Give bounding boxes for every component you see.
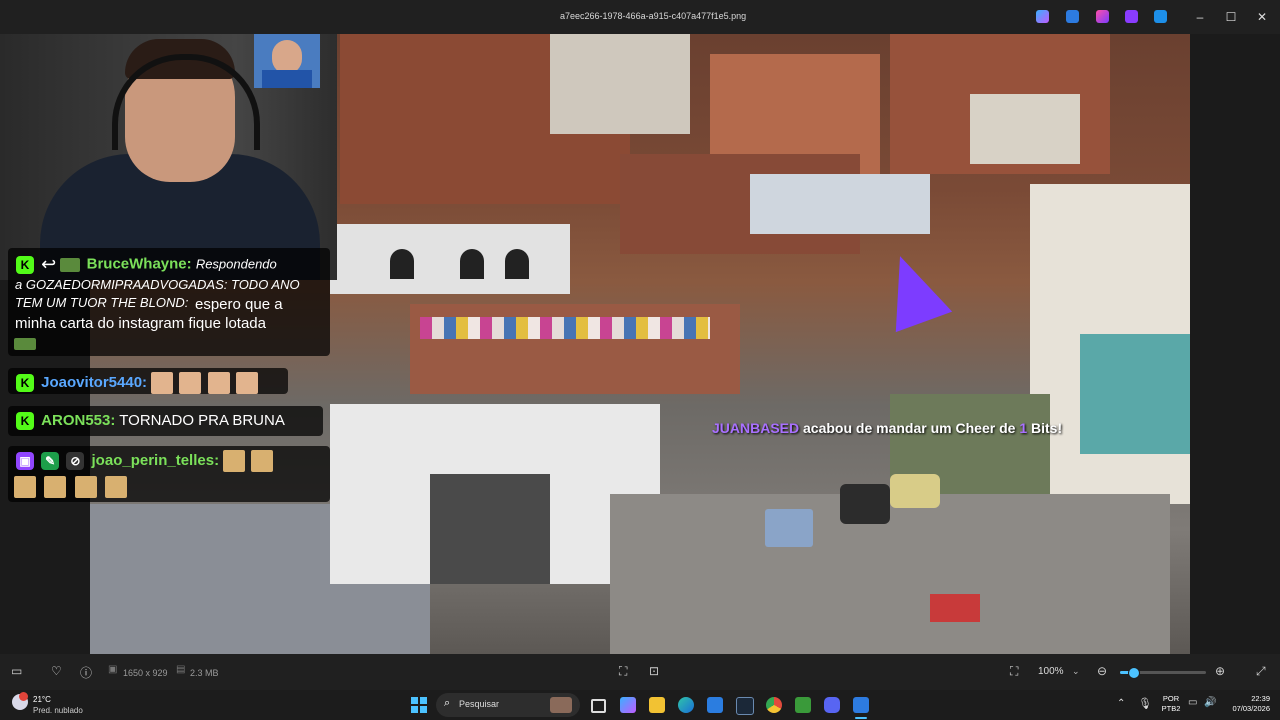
doge-emote-icon (44, 476, 67, 498)
clock-time: 22:39 (1251, 694, 1270, 703)
kick-badge-icon: K (16, 412, 34, 431)
microphone-icon[interactable]: 🎙 (1138, 697, 1152, 710)
chat-message-1: K ↩ BruceWhayne: Respondendo a GOZAEDORM… (8, 248, 330, 356)
zoom-slider-thumb[interactable] (1127, 667, 1140, 679)
image-viewport[interactable]: K ↩ BruceWhayne: Respondendo a GOZAEDORM… (0, 34, 1280, 654)
cheer-username: JUANBASED (712, 420, 800, 436)
cheer-alert: JUANBASED acabou de mandar um Cheer de 1… (712, 420, 1062, 436)
chat-username[interactable]: joao_perin_telles: (92, 452, 220, 469)
zoom-level[interactable]: 100% (1038, 666, 1064, 677)
prime-badge-icon: ✎ (41, 452, 60, 470)
doge-emote-icon (223, 450, 246, 472)
cheer-gem-icon (871, 245, 953, 333)
fit-window-icon[interactable]: ⛶ (1010, 664, 1018, 679)
chat-username[interactable]: ARON553: (41, 412, 115, 429)
chat-message-2: K Joaovitor5440: (8, 368, 288, 394)
clock[interactable]: 22:39 07/03/2026 (1222, 694, 1270, 714)
windows-logo-icon (411, 697, 418, 704)
clipchamp-icon[interactable] (1096, 10, 1109, 23)
face-emote-icon (151, 372, 174, 394)
window-title: a7eec266-1978-466a-a915-c407a477f1e5.png (560, 11, 747, 21)
chat-message-4: ▣ ✎ ⊘ joao_perin_telles: (8, 446, 330, 502)
file-size-icon: ▤ (176, 664, 186, 675)
kick-badge-icon: K (16, 374, 34, 392)
face-emote-icon (235, 372, 258, 394)
reply-icon: ↩ (41, 254, 57, 274)
doge-emote-icon (251, 450, 274, 472)
chrome-icon[interactable] (766, 697, 782, 713)
chat-username[interactable]: Joaovitor5440: (41, 374, 147, 391)
image-size-icon: ▣ (108, 664, 118, 675)
avatar (254, 34, 320, 88)
doge-emote-icon (74, 476, 97, 498)
onedrive-icon[interactable] (1154, 10, 1167, 23)
maximize-button[interactable]: ☐ (1222, 8, 1240, 26)
frog-emote-icon (60, 257, 81, 272)
paint-taskbar-icon[interactable] (853, 697, 869, 713)
clock-date: 07/03/2026 (1232, 704, 1270, 713)
notification-dot-icon (19, 692, 28, 701)
weather-widget[interactable]: 21°C Pred. nublado (12, 692, 112, 717)
face-emote-icon (207, 372, 230, 394)
language-indicator[interactable]: POR PTB2 (1158, 694, 1184, 714)
cheer-unit: Bits! (1031, 420, 1063, 436)
show-hidden-icons-icon[interactable]: ⌃ (1117, 698, 1125, 709)
crop-icon[interactable]: ⛶ (619, 664, 627, 679)
muted-badge-icon: ⊘ (66, 452, 85, 470)
fullscreen-icon[interactable]: ⤢ (1256, 664, 1266, 679)
steam-icon[interactable] (736, 697, 754, 715)
keyboard-layout: PTB2 (1161, 704, 1181, 713)
task-view-icon[interactable] (591, 699, 606, 713)
chat-message-3: K ARON553: TORNADO PRA BRUNA (8, 406, 323, 436)
copilot-taskbar-icon[interactable] (620, 697, 636, 713)
search-icon: ⌕ (444, 697, 451, 709)
file-size: 2.3 MB (190, 668, 219, 678)
search-placeholder: Pesquisar (459, 699, 500, 709)
doge-emote-icon (14, 476, 36, 498)
face-emote-icon (179, 372, 202, 394)
doge-emote-icon (105, 476, 128, 498)
zoom-dropdown-icon[interactable]: ⌄ (1072, 666, 1080, 677)
search-highlight-icon (550, 697, 572, 713)
taskbar: 21°C Pred. nublado ⌕ Pesquisar ⌃ 🎙 POR P… (0, 690, 1280, 720)
reply-prefix: Respondendo (195, 256, 277, 272)
cheer-amount: 1 (1019, 420, 1028, 436)
image-dimensions: 1650 x 929 (123, 668, 168, 678)
network-icon[interactable]: ▭ (1188, 697, 1197, 708)
filmstrip-icon[interactable]: ▭ (11, 664, 22, 678)
designer-icon[interactable] (1125, 10, 1138, 23)
zoom-out-icon[interactable]: ⊖ (1097, 664, 1107, 678)
start-button[interactable] (411, 697, 427, 713)
frog-emote-icon (14, 338, 36, 350)
info-icon[interactable]: ⓘ (80, 664, 92, 681)
xbox-icon[interactable] (795, 697, 811, 713)
edge-icon[interactable] (678, 697, 694, 713)
discord-icon[interactable] (824, 697, 840, 713)
title-bar: a7eec266-1978-466a-a915-c407a477f1e5.png… (0, 0, 1280, 34)
photos-toolbar: ▭ ♡ ⓘ ▣ 1650 x 929 ▤ 2.3 MB ⛶ ⊡ ⛶ 100% ⌄… (0, 654, 1280, 690)
zoom-in-icon[interactable]: ⊕ (1215, 664, 1225, 678)
file-explorer-icon[interactable] (649, 697, 665, 713)
zoom-slider[interactable] (1120, 667, 1206, 679)
chat-text: TORNADO PRA BRUNA (119, 412, 285, 429)
weather-desc: Pred. nublado (33, 706, 83, 715)
twitch-badge-icon: ▣ (16, 452, 34, 470)
copilot-icon[interactable] (1036, 10, 1049, 23)
cheer-text: acabou de mandar um Cheer de (803, 420, 1016, 436)
volume-icon[interactable]: 🔊 (1204, 697, 1216, 708)
chat-username[interactable]: BruceWhayne: (87, 255, 192, 272)
minimize-button[interactable]: – (1191, 8, 1209, 26)
ocr-icon[interactable]: ⊡ (649, 664, 659, 678)
close-button[interactable]: ✕ (1253, 8, 1271, 26)
language-code: POR (1162, 694, 1180, 703)
active-app-indicator (855, 717, 867, 719)
taskbar-search[interactable]: ⌕ Pesquisar (436, 693, 580, 717)
photos-taskbar-icon[interactable] (707, 697, 723, 713)
kick-badge-icon: K (16, 255, 34, 274)
weather-temp: 21°C (33, 695, 51, 704)
chat-text: espero que a minha carta do instagram fi… (15, 296, 283, 332)
favorite-icon[interactable]: ♡ (51, 664, 62, 678)
paint-icon[interactable] (1066, 10, 1079, 23)
